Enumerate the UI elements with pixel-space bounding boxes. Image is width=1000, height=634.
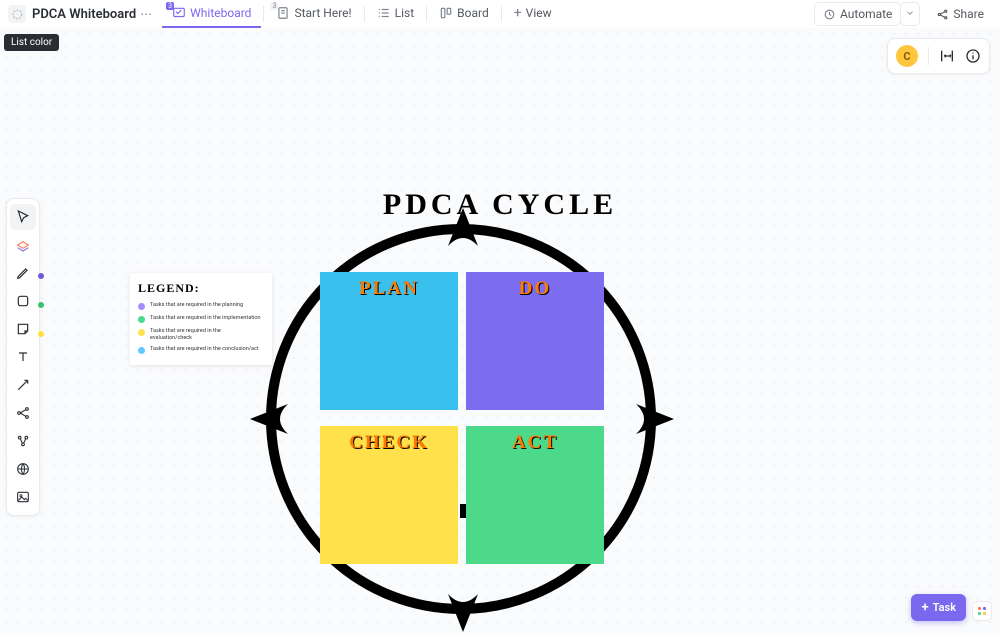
avatar[interactable]: C bbox=[896, 45, 918, 67]
tab-list[interactable]: List bbox=[367, 0, 425, 28]
tool-color-dot[interactable] bbox=[38, 331, 44, 337]
space-logo[interactable] bbox=[8, 5, 26, 23]
legend-text: Tasks that are required in the planning bbox=[150, 302, 243, 309]
tab-label: Board bbox=[457, 6, 489, 20]
control-divider bbox=[928, 47, 929, 65]
quadrant-act[interactable]: ACT bbox=[466, 426, 604, 564]
cycle-arrow-bottom-icon bbox=[438, 584, 488, 634]
legend-text: Tasks that are required in the implement… bbox=[150, 315, 261, 322]
legend-color-dot bbox=[138, 303, 145, 310]
legend-item: Tasks that are required in the planning bbox=[138, 302, 264, 310]
tab-label: View bbox=[526, 6, 552, 20]
tool-color-dot[interactable] bbox=[38, 302, 44, 308]
tool-relations-icon[interactable] bbox=[10, 400, 36, 426]
side-toolbar bbox=[6, 198, 40, 516]
top-header: PDCA Whiteboard ⋯ 3 Whiteboard 3 Start H… bbox=[0, 0, 1000, 28]
tool-connector-icon[interactable] bbox=[10, 372, 36, 398]
quadrant-plan[interactable]: PLAN bbox=[320, 272, 458, 410]
tool-pen-icon[interactable] bbox=[10, 260, 36, 286]
tool-text-icon[interactable] bbox=[10, 344, 36, 370]
legend-text: Tasks that are required in the evaluatio… bbox=[150, 328, 264, 341]
do-label: DO bbox=[519, 278, 552, 410]
share-button[interactable]: Share bbox=[928, 3, 992, 25]
space-title[interactable]: PDCA Whiteboard bbox=[32, 7, 136, 22]
tool-ai-icon[interactable] bbox=[10, 428, 36, 454]
tool-sticky-icon[interactable] bbox=[10, 316, 36, 342]
task-label: Task bbox=[933, 601, 956, 614]
center-handle[interactable] bbox=[460, 504, 466, 518]
legend-item: Tasks that are required in the conclusio… bbox=[138, 346, 264, 354]
tab-start-here[interactable]: 3 Start Here! bbox=[266, 0, 361, 28]
cycle-body[interactable]: PLAN DO CHECK ACT bbox=[258, 216, 664, 622]
tab-divider bbox=[501, 6, 502, 22]
tab-divider bbox=[426, 6, 427, 22]
legend-text: Tasks that are required in the conclusio… bbox=[150, 346, 259, 353]
space-menu-icon[interactable]: ⋯ bbox=[140, 7, 152, 21]
legend-color-dot bbox=[138, 329, 145, 336]
apps-grid-icon[interactable] bbox=[972, 601, 992, 621]
share-label: Share bbox=[953, 7, 984, 21]
tab-label: Start Here! bbox=[294, 6, 351, 20]
tab-label: List bbox=[395, 6, 415, 20]
legend-card[interactable]: LEGEND: Tasks that are required in the p… bbox=[130, 273, 272, 365]
check-label: CHECK bbox=[349, 432, 429, 564]
cycle-arrow-left-icon bbox=[248, 394, 298, 444]
legend-item: Tasks that are required in the implement… bbox=[138, 315, 264, 323]
fit-width-icon[interactable] bbox=[939, 48, 955, 64]
act-label: ACT bbox=[512, 432, 558, 564]
view-tabs: 3 Whiteboard 3 Start Here! List Board + … bbox=[162, 0, 561, 28]
cycle-arrow-top-icon bbox=[438, 206, 488, 256]
tool-color-dot[interactable] bbox=[38, 273, 44, 279]
tab-label: Whiteboard bbox=[190, 6, 251, 20]
legend-color-dot bbox=[138, 347, 145, 354]
info-icon[interactable] bbox=[965, 48, 981, 64]
tab-whiteboard[interactable]: 3 Whiteboard bbox=[162, 0, 261, 28]
quadrant-check[interactable]: CHECK bbox=[320, 426, 458, 564]
new-task-button[interactable]: + Task bbox=[911, 594, 966, 621]
tab-divider bbox=[364, 6, 365, 22]
automate-dropdown-icon[interactable] bbox=[900, 2, 920, 26]
tab-add-view[interactable]: + View bbox=[504, 0, 562, 28]
canvas-controls: C bbox=[887, 38, 990, 74]
automate-button[interactable]: Automate bbox=[814, 2, 901, 26]
legend-heading: LEGEND: bbox=[138, 281, 264, 296]
quadrant-do[interactable]: DO bbox=[466, 272, 604, 410]
tab-divider bbox=[263, 6, 264, 22]
tool-web-icon[interactable] bbox=[10, 456, 36, 482]
legend-item: Tasks that are required in the evaluatio… bbox=[138, 328, 264, 341]
list-color-tooltip: List color bbox=[4, 34, 59, 51]
whiteboard-canvas[interactable]: C PDCA CYCLE PLAN DO CHECK ACT bbox=[0, 28, 1000, 633]
tool-shapes-stack-icon[interactable] bbox=[10, 232, 36, 258]
automate-label: Automate bbox=[840, 7, 892, 21]
tool-image-icon[interactable] bbox=[10, 484, 36, 510]
plan-label: PLAN bbox=[359, 278, 419, 410]
cycle-arrow-right-icon bbox=[626, 394, 676, 444]
legend-color-dot bbox=[138, 316, 145, 323]
tool-shape-icon[interactable] bbox=[10, 288, 36, 314]
plus-icon: + bbox=[921, 600, 928, 615]
tab-board[interactable]: Board bbox=[429, 0, 499, 28]
